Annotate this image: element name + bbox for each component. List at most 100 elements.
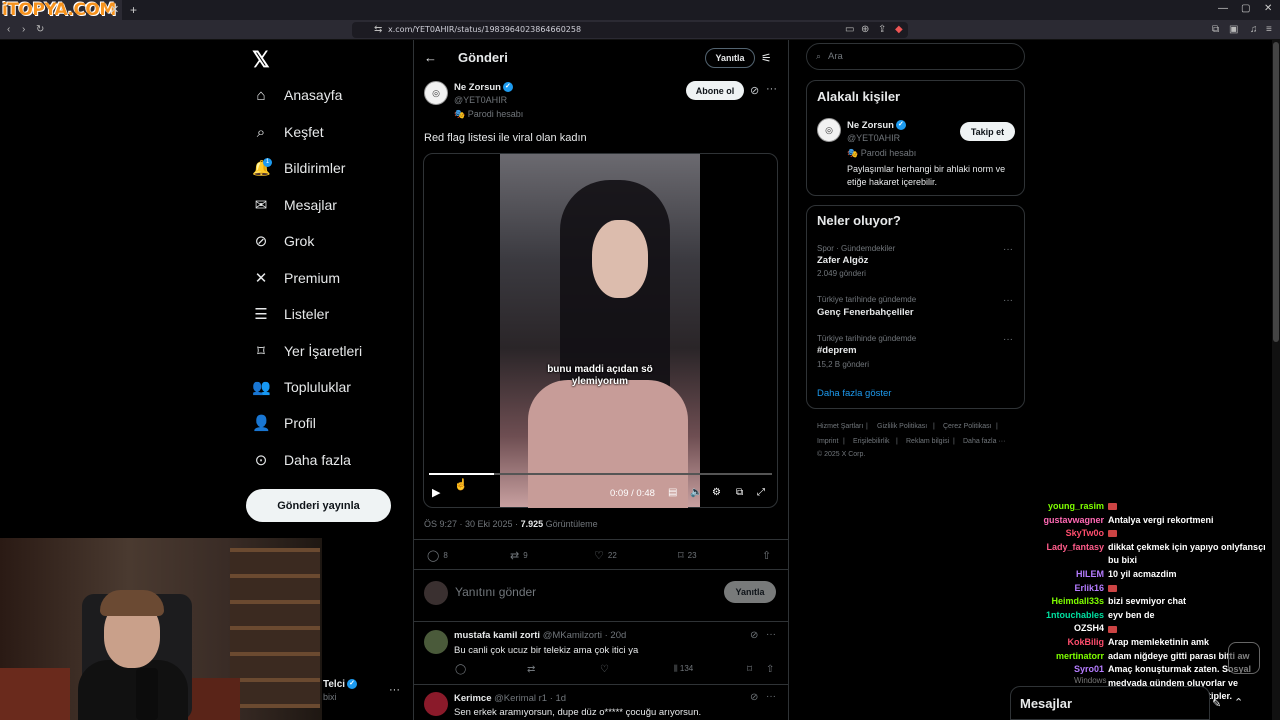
- sidebar-item-listeler[interactable]: ☰ Listeler: [252, 299, 329, 329]
- sidebar-item-daha-fazla[interactable]: ⊙ Daha fazla: [252, 445, 351, 475]
- sidebar-item-anasayfa[interactable]: ⌂ Anasayfa: [252, 80, 342, 110]
- sidebar-item-premium[interactable]: ✕ Premium: [252, 263, 340, 293]
- chat-username[interactable]: gustavwagner: [1040, 515, 1104, 525]
- chat-username[interactable]: SkyTw0o: [1040, 528, 1104, 538]
- search-input[interactable]: Ara: [828, 51, 843, 62]
- chevron-up-icon[interactable]: ⌃: [1234, 696, 1243, 709]
- bookmark-icon[interactable]: ⌑: [747, 664, 752, 675]
- chat-username[interactable]: Erlik16: [1040, 583, 1104, 593]
- sidebar-item-grok[interactable]: ⊘ Grok: [252, 226, 315, 256]
- sidebar-item-profil[interactable]: 👤 Profil: [252, 408, 316, 438]
- back-icon[interactable]: ‹: [7, 24, 10, 35]
- maximize-icon[interactable]: ▢: [1241, 3, 1250, 14]
- close-tab-icon[interactable]: ✕: [110, 3, 119, 16]
- settings-icon[interactable]: ⚙: [712, 487, 721, 498]
- sidebar-item-yer-i-şaretleri[interactable]: ⌑ Yer İşaretleri: [252, 336, 362, 366]
- url-text[interactable]: x.com/YET0AHIR/status/198396402386466025…: [388, 25, 581, 34]
- comment-avatar[interactable]: [424, 630, 448, 654]
- my-avatar[interactable]: [424, 581, 448, 605]
- author-name[interactable]: Ne Zorsun ✓: [454, 82, 513, 93]
- forward-icon[interactable]: ›: [22, 24, 25, 35]
- chat-username[interactable]: 1ntouchables: [1040, 610, 1104, 620]
- play-icon[interactable]: ▶: [432, 486, 440, 499]
- sidebar-item-mesajlar[interactable]: ✉ Mesajlar: [252, 190, 337, 220]
- bookmark-action[interactable]: ⌑ 23: [678, 549, 697, 562]
- fullscreen-icon[interactable]: ⤢: [757, 487, 765, 498]
- footer-link[interactable]: Daha fazla ···: [963, 438, 1005, 445]
- chat-username[interactable]: Syro01: [1040, 664, 1104, 674]
- like-action[interactable]: ♡ 22: [594, 549, 617, 562]
- footer-link[interactable]: Reklam bilgisi: [906, 438, 949, 445]
- post-button[interactable]: Gönderi yayınla: [246, 489, 391, 522]
- pip-icon[interactable]: ⧉: [736, 487, 743, 498]
- reply-action[interactable]: ◯ 8: [427, 549, 448, 562]
- author-handle[interactable]: @YET0AHIR: [454, 95, 507, 105]
- captions-icon[interactable]: ▤: [668, 487, 677, 498]
- reply-submit-button[interactable]: Yanıtla: [724, 581, 776, 603]
- comment-avatar[interactable]: [424, 692, 448, 716]
- trend-item[interactable]: Zafer Algöz: [817, 255, 868, 266]
- trend-more-icon[interactable]: ···: [1003, 295, 1013, 306]
- chat-username[interactable]: mertinatorr: [1040, 651, 1104, 661]
- more-icon[interactable]: ···: [766, 629, 776, 640]
- footer-link[interactable]: Erişilebilirlik: [853, 438, 890, 445]
- menu-icon[interactable]: ≡: [1266, 24, 1272, 35]
- reply-input[interactable]: Yanıtını gönder: [455, 585, 536, 599]
- x-logo-icon[interactable]: 𝕏: [252, 47, 270, 73]
- account-more-icon[interactable]: ···: [389, 684, 400, 696]
- share-icon[interactable]: ⇧: [766, 664, 774, 675]
- share-icon[interactable]: ⇪: [878, 24, 886, 35]
- author-avatar[interactable]: ◎: [424, 81, 448, 105]
- subscribe-button[interactable]: Abone ol: [686, 81, 744, 100]
- sidebar-item-keşfet[interactable]: ⌕ Keşfet: [252, 117, 324, 147]
- grok-icon[interactable]: ⊘: [750, 84, 759, 97]
- account-name[interactable]: Telci ✓: [323, 679, 358, 690]
- chat-username[interactable]: KokBilig: [1040, 637, 1104, 647]
- messages-drawer-title[interactable]: Mesajlar: [1020, 696, 1072, 711]
- reply-icon[interactable]: ◯: [455, 664, 466, 675]
- chat-username[interactable]: HILEM: [1040, 569, 1104, 579]
- follow-button[interactable]: Takip et: [960, 122, 1015, 141]
- heart-icon[interactable]: ♡: [600, 664, 609, 675]
- trend-item[interactable]: Genç Fenerbahçeliler: [817, 307, 914, 318]
- extensions-icon[interactable]: ⧉: [1212, 24, 1219, 35]
- footer-link[interactable]: Hizmet Şartları: [817, 423, 863, 430]
- related-handle[interactable]: @YET0AHIR: [847, 133, 900, 143]
- comment-author[interactable]: Kerimce @Kerimal r1 · 1d: [454, 693, 566, 704]
- music-icon[interactable]: ♫: [1250, 24, 1258, 35]
- new-tab-icon[interactable]: +: [130, 3, 137, 17]
- compose-message-icon[interactable]: ✎: [1212, 697, 1221, 710]
- reader-icon[interactable]: ▭: [845, 24, 854, 35]
- grok-icon[interactable]: ⊘: [750, 692, 758, 703]
- repost-action[interactable]: ⇄ 9: [510, 549, 528, 562]
- sidebar-item-topluluklar[interactable]: 👥 Topluluklar: [252, 372, 351, 402]
- footer-link[interactable]: Gizlilik Politikası: [877, 423, 927, 430]
- reply-toggle-button[interactable]: Yanıtla: [705, 48, 755, 68]
- chat-username[interactable]: Lady_fantasy: [1040, 542, 1104, 552]
- back-arrow-icon[interactable]: ←: [424, 50, 437, 65]
- scrollbar-thumb[interactable]: [1273, 42, 1279, 342]
- trend-item[interactable]: #deprem: [817, 345, 857, 356]
- minimize-icon[interactable]: —: [1218, 3, 1228, 14]
- trend-more-icon[interactable]: ···: [1003, 244, 1013, 255]
- related-avatar[interactable]: ◎: [817, 118, 841, 142]
- site-info-icon[interactable]: ⇆: [374, 24, 382, 35]
- repost-icon[interactable]: ⇄: [527, 664, 535, 675]
- floating-button[interactable]: [1228, 642, 1260, 674]
- share-action[interactable]: ⇧: [762, 549, 771, 562]
- grok-icon[interactable]: ⊘: [750, 630, 758, 641]
- chat-username[interactable]: OZSH4: [1040, 623, 1104, 633]
- shield-icon[interactable]: ◆: [895, 24, 903, 35]
- trend-more-icon[interactable]: ···: [1003, 334, 1013, 345]
- more-icon[interactable]: ···: [766, 83, 777, 95]
- volume-icon[interactable]: 🔈: [690, 487, 702, 498]
- views-stat[interactable]: ⫼ 134: [674, 664, 693, 674]
- zoom-icon[interactable]: ⊕: [861, 24, 869, 35]
- footer-link[interactable]: Çerez Politikası: [943, 423, 992, 430]
- filter-icon[interactable]: ⚟: [761, 51, 772, 65]
- show-more-link[interactable]: Daha fazla göster: [817, 388, 891, 399]
- comment-author[interactable]: mustafa kamil zorti @MKamilzorti · 20d: [454, 630, 626, 641]
- window-close-icon[interactable]: ✕: [1264, 3, 1272, 14]
- chat-username[interactable]: Heimdall33s: [1040, 596, 1104, 606]
- related-name[interactable]: Ne Zorsun ✓: [847, 120, 906, 131]
